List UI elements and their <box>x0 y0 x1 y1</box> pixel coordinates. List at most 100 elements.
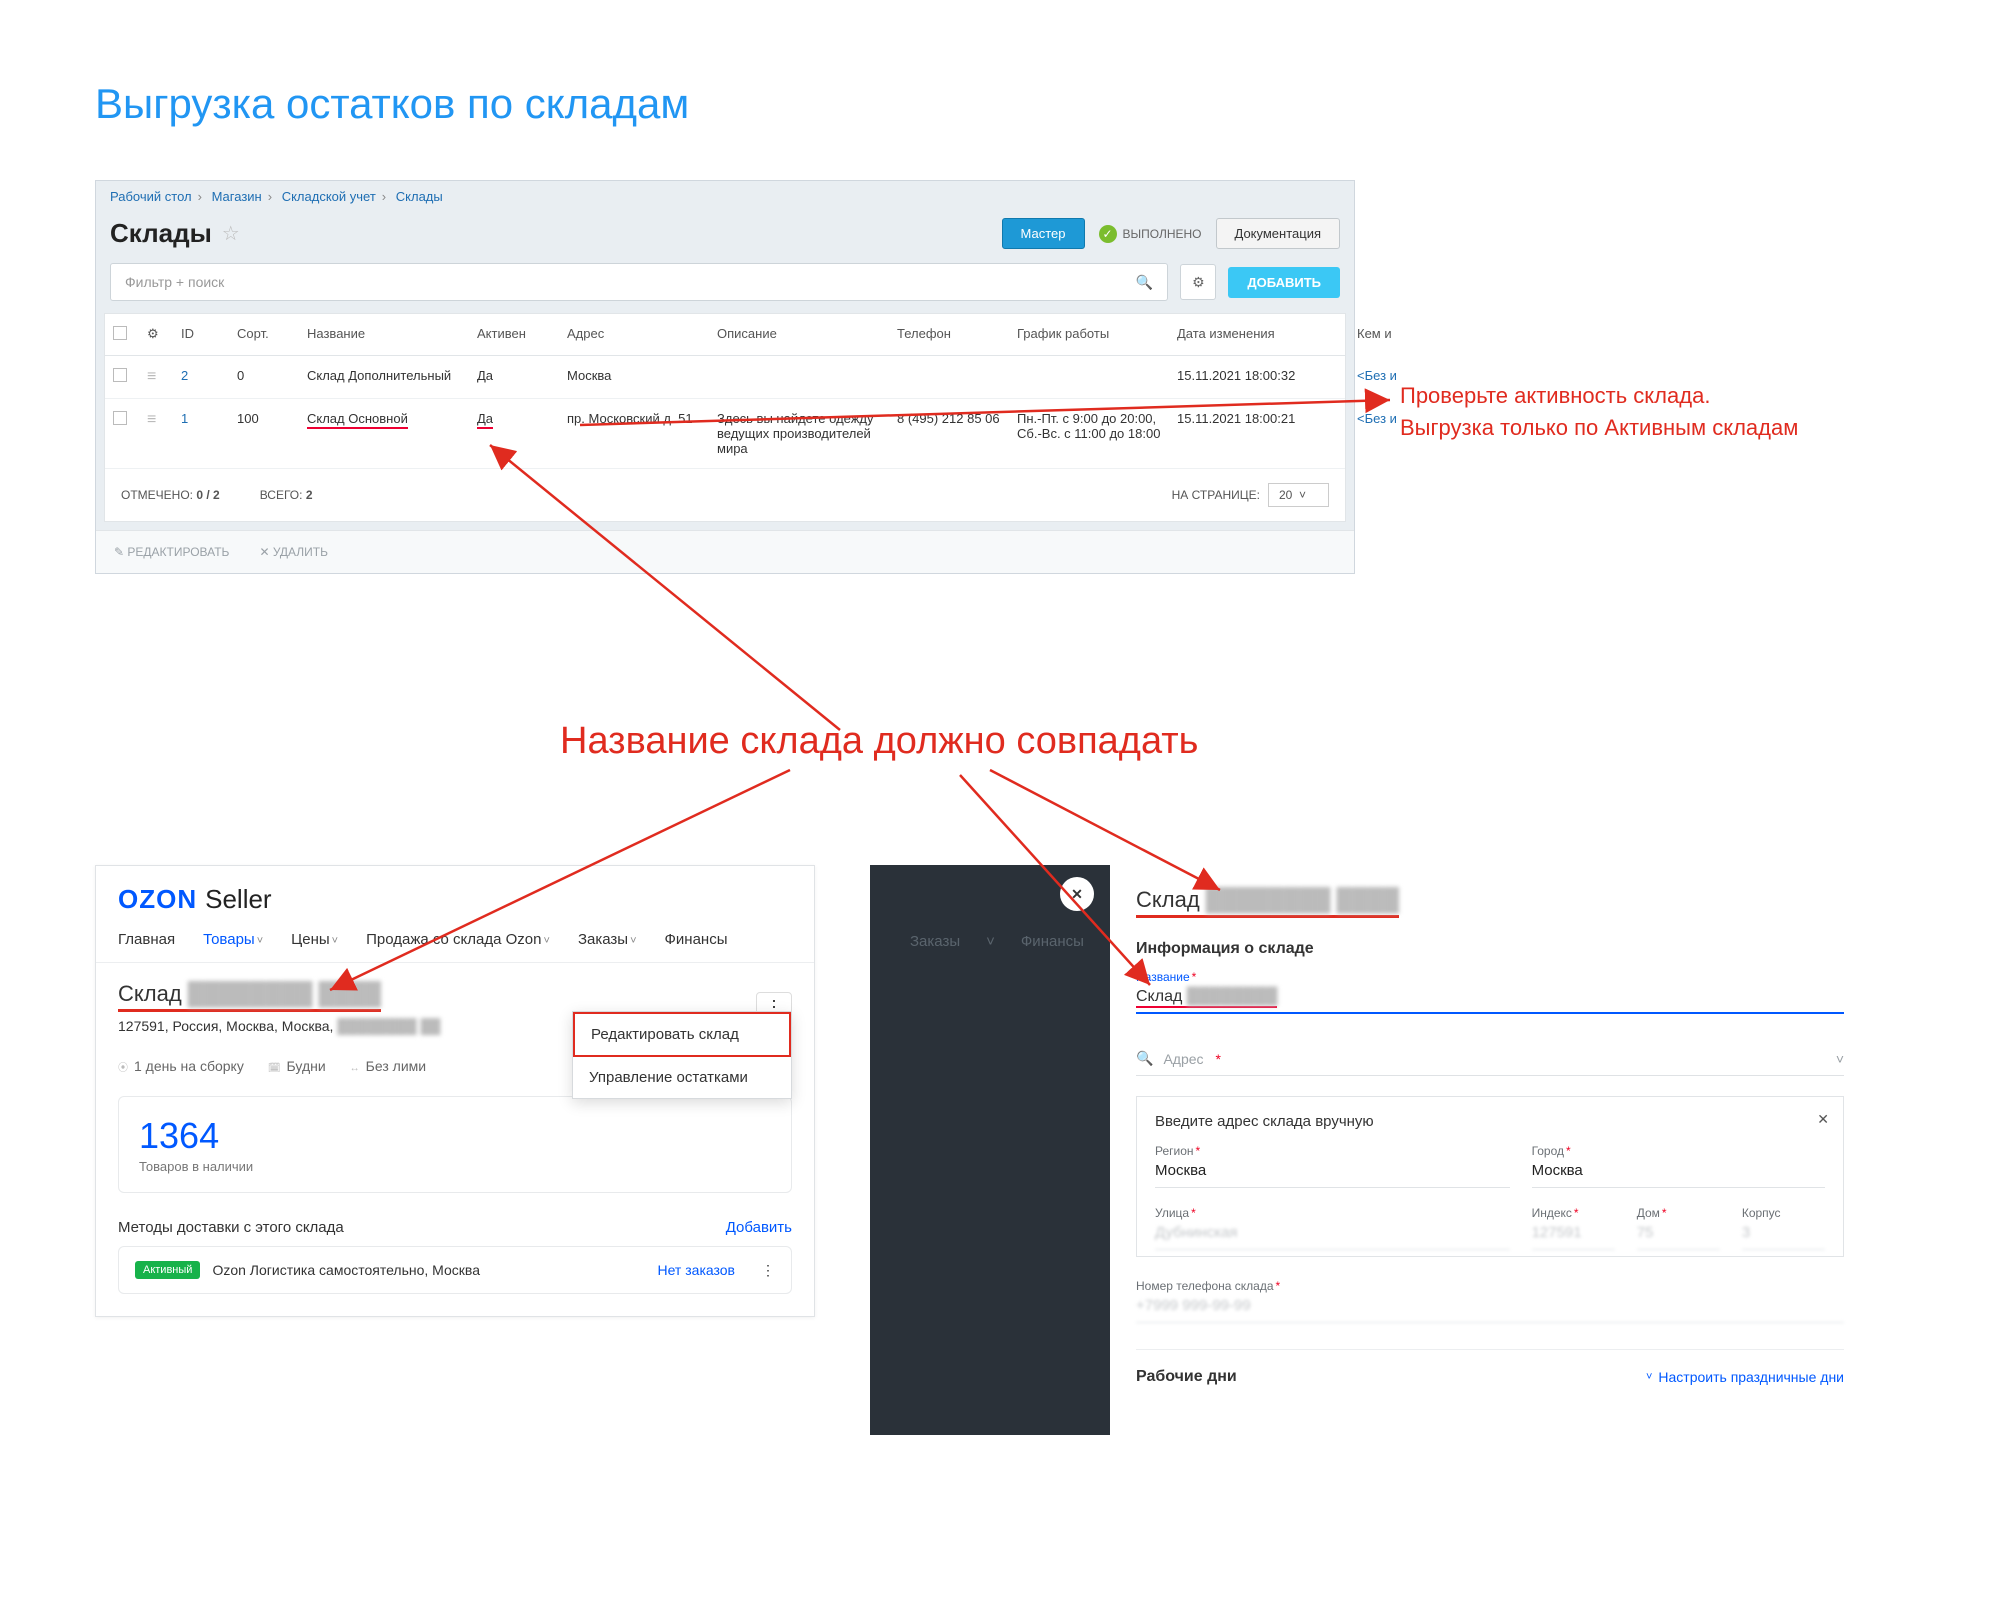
region-input[interactable]: Москва <box>1155 1158 1510 1188</box>
field-name-label: Название* <box>1136 970 1844 984</box>
house-input[interactable]: 75 <box>1637 1220 1720 1250</box>
perpage-label: НА СТРАНИЦЕ: <box>1172 488 1260 502</box>
cell-descr: Здесь вы найдете одежду ведущих производ… <box>709 399 889 468</box>
region-label: Регион* <box>1155 1144 1510 1158</box>
delivery-row[interactable]: Активный Ozon Логистика самостоятельно, … <box>118 1246 792 1294</box>
row-checkbox[interactable] <box>113 368 127 382</box>
grid-footer: ОТМЕЧЕНО: 0 / 2 ВСЕГО: 2 НА СТРАНИЦЕ: 20… <box>105 469 1345 521</box>
korpus-input[interactable]: 3 <box>1742 1220 1825 1250</box>
crumb-stock[interactable]: Складской учет <box>282 189 376 204</box>
modal-title: Склад ████████ ████ <box>1136 887 1399 918</box>
annotation-name-match: Название склада должно совпадать <box>560 720 1198 763</box>
chevron-down-icon: ˅ <box>1836 1051 1844 1067</box>
favorite-star-icon[interactable]: ☆ <box>222 221 240 246</box>
manual-address-close[interactable]: ✕ <box>1817 1111 1829 1128</box>
warehouses-grid: ⚙ ID Сорт. Название Активен Адрес Описан… <box>104 313 1346 522</box>
crumb-desktop[interactable]: Рабочий стол <box>110 189 192 204</box>
foot-total-label: ВСЕГО: <box>260 488 303 502</box>
col-id[interactable]: ID <box>173 314 229 353</box>
grid-header: ⚙ ID Сорт. Название Активен Адрес Описан… <box>105 314 1345 356</box>
cell-id[interactable]: 2 <box>173 356 229 395</box>
row-menu-icon[interactable]: ≡ <box>147 411 154 428</box>
nav-orders[interactable]: Заказы˅ <box>578 931 637 948</box>
address-placeholder: Адрес <box>1163 1051 1203 1067</box>
delivery-title: Методы доставки с этого склада <box>118 1219 344 1236</box>
crumb-shop[interactable]: Магазин <box>212 189 262 204</box>
index-input[interactable]: 127591 <box>1532 1220 1615 1250</box>
edit-warehouse-modal: Склад ████████ ████ Информация о складе … <box>1110 865 1870 1435</box>
nav-prices[interactable]: Цены˅ <box>291 931 338 948</box>
nav-main[interactable]: Главная <box>118 931 175 948</box>
address-search-input[interactable]: 🔍 Адрес* ˅ <box>1136 1042 1844 1076</box>
crumb-wh[interactable]: Склады <box>396 189 443 204</box>
manual-address-title: Введите адрес склада вручную <box>1155 1113 1825 1130</box>
stock-count: 1364 <box>139 1115 771 1157</box>
col-active[interactable]: Активен <box>469 314 559 353</box>
settings-gear-button[interactable]: ⚙ <box>1180 264 1216 300</box>
meta-days: Будни <box>268 1058 326 1074</box>
cell-sort: 0 <box>229 356 299 395</box>
filter-placeholder: Фильтр + поиск <box>125 274 224 290</box>
street-input[interactable]: Дубнинская <box>1155 1220 1510 1250</box>
delete-action[interactable]: ✕ УДАЛИТЬ <box>259 545 328 559</box>
manual-address-box: Введите адрес склада вручную ✕ Регион* М… <box>1136 1096 1844 1257</box>
nav-finance[interactable]: Финансы <box>665 931 728 948</box>
ozon-warehouse-name: Склад ████████ ████ <box>118 981 381 1012</box>
cell-schedule <box>1009 356 1169 380</box>
index-label: Индекс* <box>1532 1206 1615 1220</box>
cell-descr <box>709 356 889 380</box>
col-who[interactable]: Кем и <box>1349 314 1419 353</box>
menu-edit-warehouse[interactable]: Редактировать склад <box>573 1012 791 1057</box>
ozon-seller-label: Seller <box>205 884 271 915</box>
gear-column-icon[interactable]: ⚙ <box>147 326 159 341</box>
table-row[interactable]: ≡ 1 100 Склад Основной Да пр. Московский… <box>105 399 1345 469</box>
foot-marked-val: 0 / 2 <box>196 488 219 502</box>
table-row[interactable]: ≡ 2 0 Склад Дополнительный Да Москва 15.… <box>105 356 1345 399</box>
select-all-checkbox[interactable] <box>113 326 127 340</box>
delivery-add-link[interactable]: Добавить <box>726 1219 792 1236</box>
cell-id[interactable]: 1 <box>173 399 229 438</box>
breadcrumb[interactable]: Рабочий стол› Магазин› Складской учет› С… <box>96 181 1354 212</box>
col-changed[interactable]: Дата изменения <box>1169 314 1349 353</box>
annotation-activity: Проверьте активность склада. Выгрузка то… <box>1400 380 1798 444</box>
field-name-input[interactable]: Склад ████████ <box>1136 984 1844 1014</box>
col-name[interactable]: Название <box>299 314 469 353</box>
cell-changed: 15.11.2021 18:00:32 <box>1169 356 1349 395</box>
documentation-button[interactable]: Документация <box>1216 218 1341 249</box>
master-button[interactable]: Мастер <box>1002 218 1085 249</box>
holidays-link[interactable]: ˅ Настроить праздничные дни <box>1646 1369 1844 1385</box>
delivery-more-icon[interactable]: ⋮ <box>761 1262 775 1279</box>
foot-total-val: 2 <box>306 488 313 502</box>
filter-search-input[interactable]: Фильтр + поиск 🔍 <box>110 263 1168 301</box>
col-descr[interactable]: Описание <box>709 314 889 353</box>
gear-icon: ⚙ <box>1192 274 1205 291</box>
foot-marked-label: ОТМЕЧЕНО: <box>121 488 193 502</box>
nav-fbs[interactable]: Продажа со склада Ozon˅ <box>366 931 550 948</box>
ozon-nav: Главная Товары˅ Цены˅ Продажа со склада … <box>96 923 814 963</box>
delivery-noorders[interactable]: Нет заказов <box>658 1262 736 1278</box>
done-badge: ✓ ВЫПОЛНЕНО <box>1099 225 1202 243</box>
cell-addr: пр. Московский д. 51 <box>559 399 709 438</box>
col-address[interactable]: Адрес <box>559 314 709 353</box>
col-schedule[interactable]: График работы <box>1009 314 1169 353</box>
meta-limit: Без лими <box>350 1058 426 1074</box>
add-button[interactable]: ДОБАВИТЬ <box>1228 267 1340 298</box>
col-sort[interactable]: Сорт. <box>229 314 299 353</box>
check-icon: ✓ <box>1099 225 1117 243</box>
cell-schedule: Пн.-Пт. с 9:00 до 20:00, Сб.-Вс. с 11:00… <box>1009 399 1169 453</box>
search-icon: 🔍 <box>1136 1050 1153 1067</box>
row-checkbox[interactable] <box>113 411 127 425</box>
edit-warehouse-modal-wrap: Заказы ˅ Финансы ˅ ✕ Склад ████████ ████… <box>870 865 1870 1435</box>
nav-goods[interactable]: Товары˅ <box>203 931 263 948</box>
modal-close-button[interactable]: ✕ <box>1060 877 1094 911</box>
phone-input[interactable]: +7999 999-99-99 <box>1136 1293 1844 1323</box>
korpus-label: Корпус <box>1742 1206 1825 1220</box>
ozon-stock-card: 1364 Товаров в наличии <box>118 1096 792 1193</box>
edit-action[interactable]: ✎ РЕДАКТИРОВАТЬ <box>114 545 229 559</box>
perpage-select[interactable]: 20 ˅ <box>1268 483 1329 507</box>
warehouses-panel: Рабочий стол› Магазин› Складской учет› С… <box>95 180 1355 574</box>
menu-manage-stock[interactable]: Управление остатками <box>573 1057 791 1098</box>
col-phone[interactable]: Телефон <box>889 314 1009 353</box>
city-input[interactable]: Москва <box>1532 1158 1825 1188</box>
row-menu-icon[interactable]: ≡ <box>147 368 154 385</box>
